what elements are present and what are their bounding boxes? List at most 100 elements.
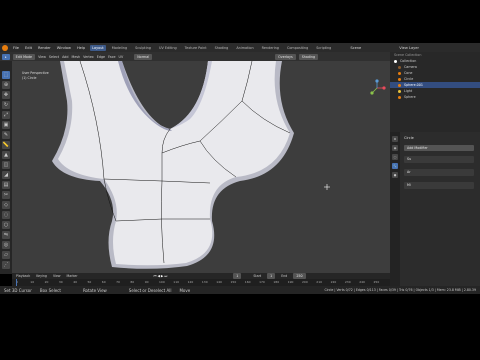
- measure-tool-icon[interactable]: 📏: [2, 141, 10, 149]
- menu-add[interactable]: Add: [62, 55, 68, 59]
- timeline-tick: 40: [73, 280, 78, 284]
- loop-cut-tool-icon[interactable]: ▤: [2, 181, 10, 189]
- editor-type-button[interactable]: ▸: [2, 53, 10, 60]
- menu-view[interactable]: View: [38, 55, 46, 59]
- timeline-tick: 130: [201, 280, 208, 284]
- properties-panel: ⚙ ◉ ▢ 🔧 ● Circle Add Modifier Su Ar Mi: [390, 132, 480, 286]
- scene-selector[interactable]: Scene: [349, 46, 362, 50]
- timeline-view-menu[interactable]: View: [53, 274, 61, 278]
- mesh-render: [52, 61, 330, 269]
- menu-face[interactable]: Face: [108, 55, 115, 59]
- navigation-gizmo-icon[interactable]: [368, 79, 386, 97]
- start-frame-label: Start: [253, 274, 262, 278]
- timeline-tick: 30: [58, 280, 63, 284]
- status-hint-box-select: Box Select: [39, 287, 61, 293]
- menu-render[interactable]: Render: [37, 46, 52, 50]
- rip-tool-icon[interactable]: ⋰: [2, 261, 10, 269]
- cursor-tool-icon[interactable]: ⊕: [2, 81, 10, 89]
- render-props-icon[interactable]: ◉: [392, 145, 398, 151]
- modifier-array[interactable]: Ar: [404, 169, 474, 176]
- mesh-icon: [398, 83, 401, 87]
- tab-modeling[interactable]: Modeling: [110, 45, 129, 51]
- menu-window[interactable]: Window: [56, 46, 72, 50]
- modifier-props-icon[interactable]: 🔧: [392, 163, 398, 169]
- tab-sculpting[interactable]: Sculpting: [133, 45, 153, 51]
- extrude-tool-icon[interactable]: ▲: [2, 151, 10, 159]
- timeline-tick: 180: [273, 280, 280, 284]
- menu-vertex[interactable]: Vertex: [83, 55, 94, 59]
- timeline-tick: 110: [173, 280, 180, 284]
- tab-compositing[interactable]: Compositing: [285, 45, 310, 51]
- tab-layout[interactable]: Layout: [90, 44, 106, 51]
- timeline-tick: 70: [116, 280, 120, 284]
- poly-build-tool-icon[interactable]: ◇: [2, 201, 10, 209]
- timeline-tick: 80: [130, 280, 135, 284]
- annotate-tool-icon[interactable]: ✎: [2, 131, 10, 139]
- viewport-header: ▸ Edit Mode View Select Add Mesh Vertex …: [0, 52, 390, 61]
- timeline-tick: 10: [30, 280, 35, 284]
- bevel-tool-icon[interactable]: ◢: [2, 171, 10, 179]
- menu-file[interactable]: File: [12, 46, 20, 50]
- inset-tool-icon[interactable]: ◫: [2, 161, 10, 169]
- timeline-tick: 200: [302, 280, 308, 284]
- timeline-panel: Playback Keying View Marker ⏮ ◀ ▶ ⏭ 1 St…: [12, 273, 390, 286]
- play-controls[interactable]: ⏮ ◀ ▶ ⏭: [154, 274, 168, 278]
- select-tool-icon[interactable]: ⬚: [2, 71, 10, 79]
- rotate-tool-icon[interactable]: ↻: [2, 101, 10, 109]
- timeline-tick: 160: [244, 280, 251, 284]
- menu-mesh[interactable]: Mesh: [71, 55, 80, 59]
- menu-select[interactable]: Select: [49, 55, 59, 59]
- orientation-dropdown[interactable]: Normal: [134, 53, 153, 60]
- tab-shading[interactable]: Shading: [213, 45, 231, 51]
- spin-tool-icon[interactable]: ◌: [2, 211, 10, 219]
- timeline-tick: 20: [44, 280, 49, 284]
- active-object-label: (1) Circle: [22, 76, 37, 80]
- smooth-tool-icon[interactable]: ○: [2, 221, 10, 229]
- status-hint-move: Move: [179, 287, 191, 293]
- shear-tool-icon[interactable]: ▱: [2, 251, 10, 259]
- tab-animation[interactable]: Animation: [234, 45, 255, 51]
- tab-uv-editing[interactable]: UV Editing: [157, 45, 179, 51]
- menu-uv[interactable]: UV: [119, 55, 124, 59]
- tab-texture-paint[interactable]: Texture Paint: [183, 45, 209, 51]
- outliner-item-label: Circle: [404, 77, 414, 81]
- view-layer-selector[interactable]: View Layer: [398, 46, 420, 50]
- timeline-playhead[interactable]: [16, 279, 17, 286]
- timeline-marker-menu[interactable]: Marker: [67, 274, 78, 278]
- scale-tool-icon[interactable]: ⤢: [2, 111, 10, 119]
- timeline-ruler[interactable]: 0102030405060708090100110120130140150160…: [12, 279, 390, 286]
- object-props-icon[interactable]: ▢: [392, 154, 398, 160]
- edge-slide-tool-icon[interactable]: ⇋: [2, 231, 10, 239]
- tab-scripting[interactable]: Scripting: [314, 45, 333, 51]
- menu-edge[interactable]: Edge: [97, 55, 105, 59]
- transform-tool-icon[interactable]: ▣: [2, 121, 10, 129]
- overlays-dropdown[interactable]: Overlays: [275, 53, 296, 60]
- timeline-tick: 220: [330, 280, 337, 284]
- timeline-tick: 250: [373, 280, 380, 284]
- material-props-icon[interactable]: ●: [392, 172, 398, 178]
- 3d-viewport[interactable]: User Perspective (1) Circle: [12, 61, 390, 273]
- timeline-tick: 190: [287, 280, 294, 284]
- tool-shelf: ⬚ ⊕ ✥ ↻ ⤢ ▣ ✎ 📏 ▲ ◫ ◢ ▤ ✂ ◇ ◌ ○ ⇋ ◎ ▱ ⋰: [0, 69, 12, 274]
- timeline-tick: 50: [87, 280, 92, 284]
- end-frame-label: End: [281, 274, 288, 278]
- shading-dropdown[interactable]: Shading: [298, 53, 319, 60]
- timeline-keying-menu[interactable]: Keying: [36, 274, 47, 278]
- mode-dropdown[interactable]: Edit Mode: [12, 53, 36, 60]
- tab-rendering[interactable]: Rendering: [260, 45, 281, 51]
- timeline-playback-menu[interactable]: Playback: [16, 274, 30, 278]
- shrink-tool-icon[interactable]: ◎: [2, 241, 10, 249]
- menu-help[interactable]: Help: [76, 46, 86, 50]
- tool-props-icon[interactable]: ⚙: [392, 136, 398, 142]
- modifier-mirror[interactable]: Mi: [404, 182, 474, 189]
- outliner-item-sphere[interactable]: Sphere: [390, 94, 480, 100]
- scene-stats: Circle | Verts 0/72 | Edges 0/113 | Face…: [324, 288, 476, 292]
- move-tool-icon[interactable]: ✥: [2, 91, 10, 99]
- add-modifier-button[interactable]: Add Modifier: [404, 145, 474, 151]
- timeline-tick: 100: [159, 280, 165, 284]
- menu-edit[interactable]: Edit: [24, 46, 33, 50]
- outliner-item-label: Collection: [400, 59, 417, 63]
- modifier-subsurf[interactable]: Su: [404, 156, 474, 163]
- knife-tool-icon[interactable]: ✂: [2, 191, 10, 199]
- blender-logo-icon[interactable]: [2, 44, 8, 51]
